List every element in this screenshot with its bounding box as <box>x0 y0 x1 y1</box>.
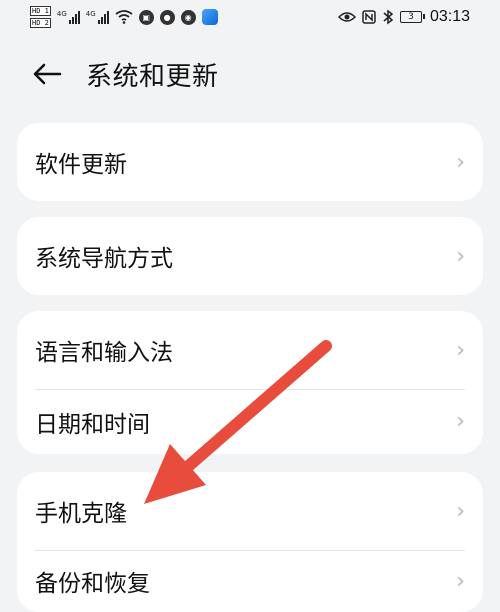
network-type-1: 4G <box>56 10 67 18</box>
signal-2-icon: 4G <box>86 10 109 24</box>
battery-icon: 3 <box>399 11 425 23</box>
date-time-item[interactable]: 日期和时间 › <box>17 389 483 454</box>
eye-icon <box>337 12 356 22</box>
wifi-icon <box>115 10 133 24</box>
backup-restore-item[interactable]: 备份和恢复 › <box>17 550 483 612</box>
vpn-icon: ▣ <box>138 9 154 25</box>
hd-badges: HD 1 HD 2 <box>30 6 51 28</box>
phone-clone-label: 手机克隆 <box>35 501 127 527</box>
page-header: 系统和更新 <box>32 52 219 96</box>
messenger-icon: ● <box>159 9 175 25</box>
signal-1-icon: 4G <box>57 10 80 24</box>
backup-restore-label: 备份和恢复 <box>35 571 150 597</box>
status-bar-right: 3 03:13 <box>337 8 470 26</box>
software-update-label: 软件更新 <box>35 152 127 178</box>
back-button[interactable] <box>32 54 72 94</box>
chevron-right-icon: › <box>456 498 465 524</box>
battery-level: 3 <box>408 12 414 22</box>
nfc-icon <box>362 10 376 24</box>
page-title: 系统和更新 <box>86 61 219 92</box>
language-input-item[interactable]: 语言和输入法 › <box>17 311 483 389</box>
network-type-2: 4G <box>85 10 96 18</box>
app-icon <box>201 9 218 25</box>
chevron-right-icon: › <box>456 337 465 363</box>
arrow-left-icon <box>33 63 62 85</box>
system-navigation-card: 系统导航方式 › <box>17 217 483 295</box>
chevron-right-icon: › <box>456 149 465 175</box>
chevron-right-icon: › <box>456 243 465 269</box>
system-navigation-label: 系统导航方式 <box>35 246 173 272</box>
status-bar-left: HD 1 HD 2 4G 4G ▣ ● ◉ <box>30 6 218 28</box>
clone-backup-card: 手机克隆 › 备份和恢复 › <box>17 472 483 612</box>
language-input-label: 语言和输入法 <box>35 340 173 366</box>
phone-clone-item[interactable]: 手机克隆 › <box>17 472 483 550</box>
clock: 03:13 <box>429 8 470 25</box>
hd2-badge: HD 2 <box>30 18 51 28</box>
bluetooth-icon <box>383 9 394 25</box>
system-navigation-item[interactable]: 系统导航方式 › <box>17 217 483 295</box>
date-time-label: 日期和时间 <box>35 411 150 438</box>
language-date-card: 语言和输入法 › 日期和时间 › <box>17 311 483 454</box>
software-update-card: 软件更新 › <box>17 123 483 201</box>
chevron-right-icon: › <box>456 568 465 594</box>
software-update-item[interactable]: 软件更新 › <box>17 123 483 201</box>
weibo-icon: ◉ <box>180 9 196 25</box>
status-bar: HD 1 HD 2 4G 4G ▣ ● ◉ 3 03:13 <box>0 0 500 34</box>
chevron-right-icon: › <box>456 409 465 434</box>
hd1-badge: HD 1 <box>30 6 51 16</box>
